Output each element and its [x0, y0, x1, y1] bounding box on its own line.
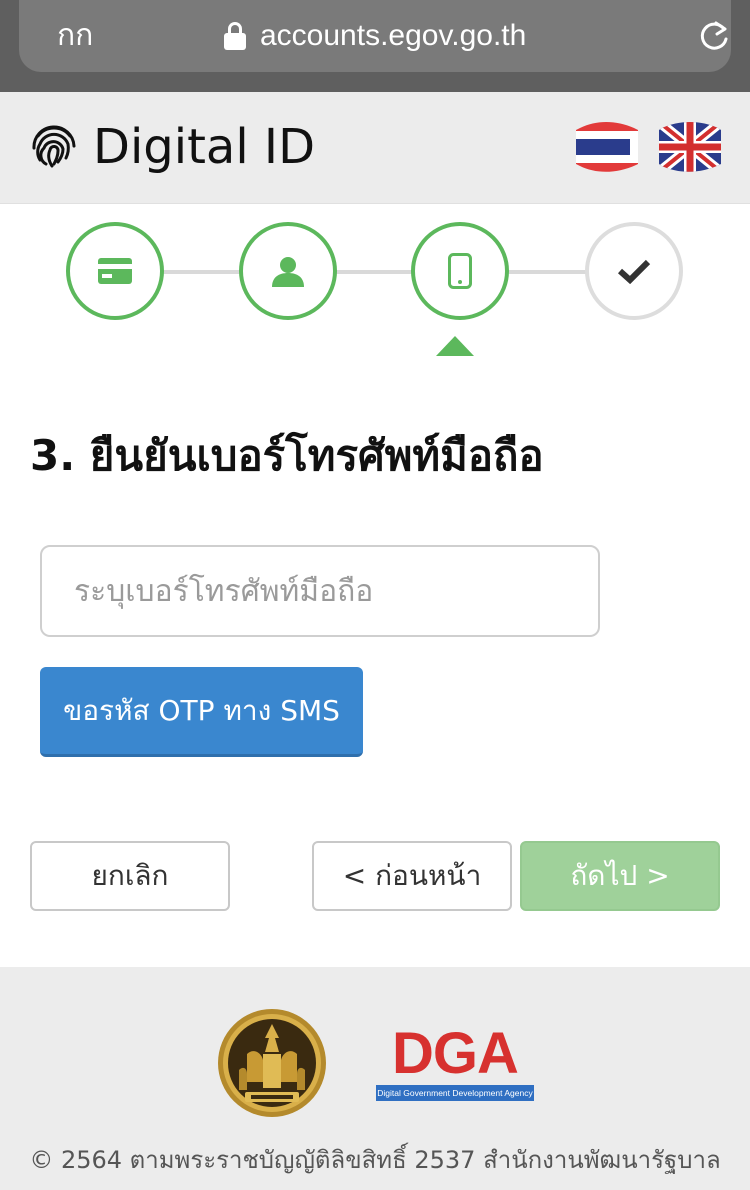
dga-logo: DGA Digital Government Development Agenc…: [374, 1024, 536, 1104]
step-2-profile: [239, 222, 337, 320]
phone-number-input[interactable]: [40, 545, 600, 637]
government-seal-icon: [218, 1009, 326, 1117]
reader-mode-button[interactable]: กก: [57, 16, 93, 56]
previous-button[interactable]: < ก่อนหน้า: [312, 841, 512, 911]
step-connector: [160, 270, 244, 274]
next-button[interactable]: ถัดไป >: [520, 841, 720, 911]
url-display[interactable]: accounts.egov.go.th: [224, 16, 526, 56]
step-connector: [506, 270, 590, 274]
active-step-indicator: [436, 336, 474, 356]
reload-icon[interactable]: [697, 20, 731, 54]
cancel-button[interactable]: ยกเลิก: [30, 841, 230, 911]
checkmark-icon: [617, 259, 651, 284]
page-title: 3. ยืนยันเบอร์โทรศัพท์มือถือ: [30, 431, 544, 480]
dga-tagline: Digital Government Development Agency: [376, 1085, 534, 1101]
fingerprint-icon: [32, 125, 76, 168]
url-text: accounts.egov.go.th: [260, 19, 527, 52]
step-1-id-card: [66, 222, 164, 320]
address-bar[interactable]: กก accounts.egov.go.th: [19, 0, 731, 72]
dga-logo-text: DGA: [392, 1021, 519, 1086]
id-card-icon: [98, 258, 132, 284]
step-4-confirm: [585, 222, 683, 320]
lock-icon: [224, 22, 246, 50]
user-icon: [272, 257, 304, 287]
uk-flag-icon[interactable]: [659, 122, 721, 172]
browser-toolbar: กก accounts.egov.go.th: [0, 0, 750, 92]
request-otp-button[interactable]: ขอรหัส OTP ทาง SMS: [40, 667, 363, 757]
thai-flag-icon[interactable]: [576, 122, 638, 172]
step-3-mobile: [411, 222, 509, 320]
mobile-phone-icon: [448, 253, 472, 289]
step-connector: [334, 270, 416, 274]
copyright-text: © 2564 ตามพระราชบัญญัติลิขสิทธิ์ 2537 สำ…: [29, 1146, 721, 1174]
app-title: Digital ID: [93, 119, 316, 175]
